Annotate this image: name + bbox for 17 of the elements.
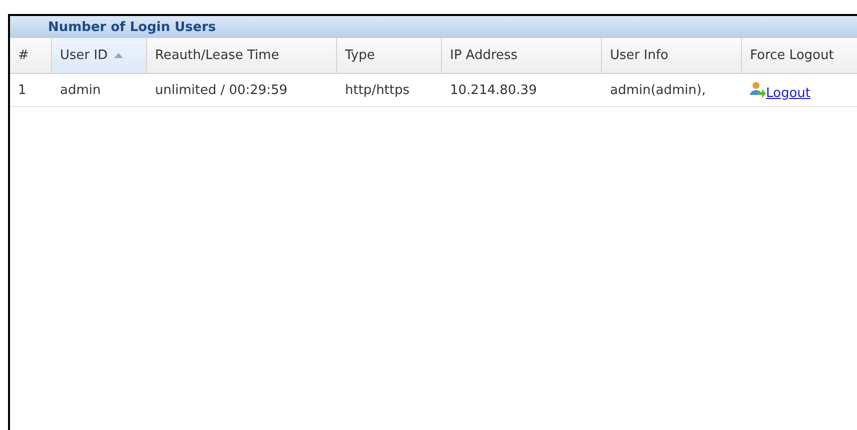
column-header[interactable]: User ID: [52, 38, 147, 74]
column-header[interactable]: Force Logout: [742, 38, 857, 74]
panel-title: Number of Login Users: [10, 16, 857, 38]
table-cell: 10.214.80.39: [442, 74, 602, 107]
column-header[interactable]: Reauth/Lease Time: [147, 38, 337, 74]
table-cell: admin(admin),: [602, 74, 742, 107]
logout-link[interactable]: Logout: [766, 86, 811, 100]
table-cell: http/https: [337, 74, 442, 107]
column-header[interactable]: #: [10, 38, 52, 74]
table-cell: unlimited / 00:29:59: [147, 74, 337, 107]
column-header[interactable]: IP Address: [442, 38, 602, 74]
user-arrow-icon[interactable]: [750, 81, 766, 99]
table-cell: 1: [10, 74, 52, 107]
sort-ascending-icon: [114, 53, 123, 58]
column-header[interactable]: Type: [337, 38, 442, 74]
column-header[interactable]: User Info: [602, 38, 742, 74]
table-cell: admin: [52, 74, 147, 107]
